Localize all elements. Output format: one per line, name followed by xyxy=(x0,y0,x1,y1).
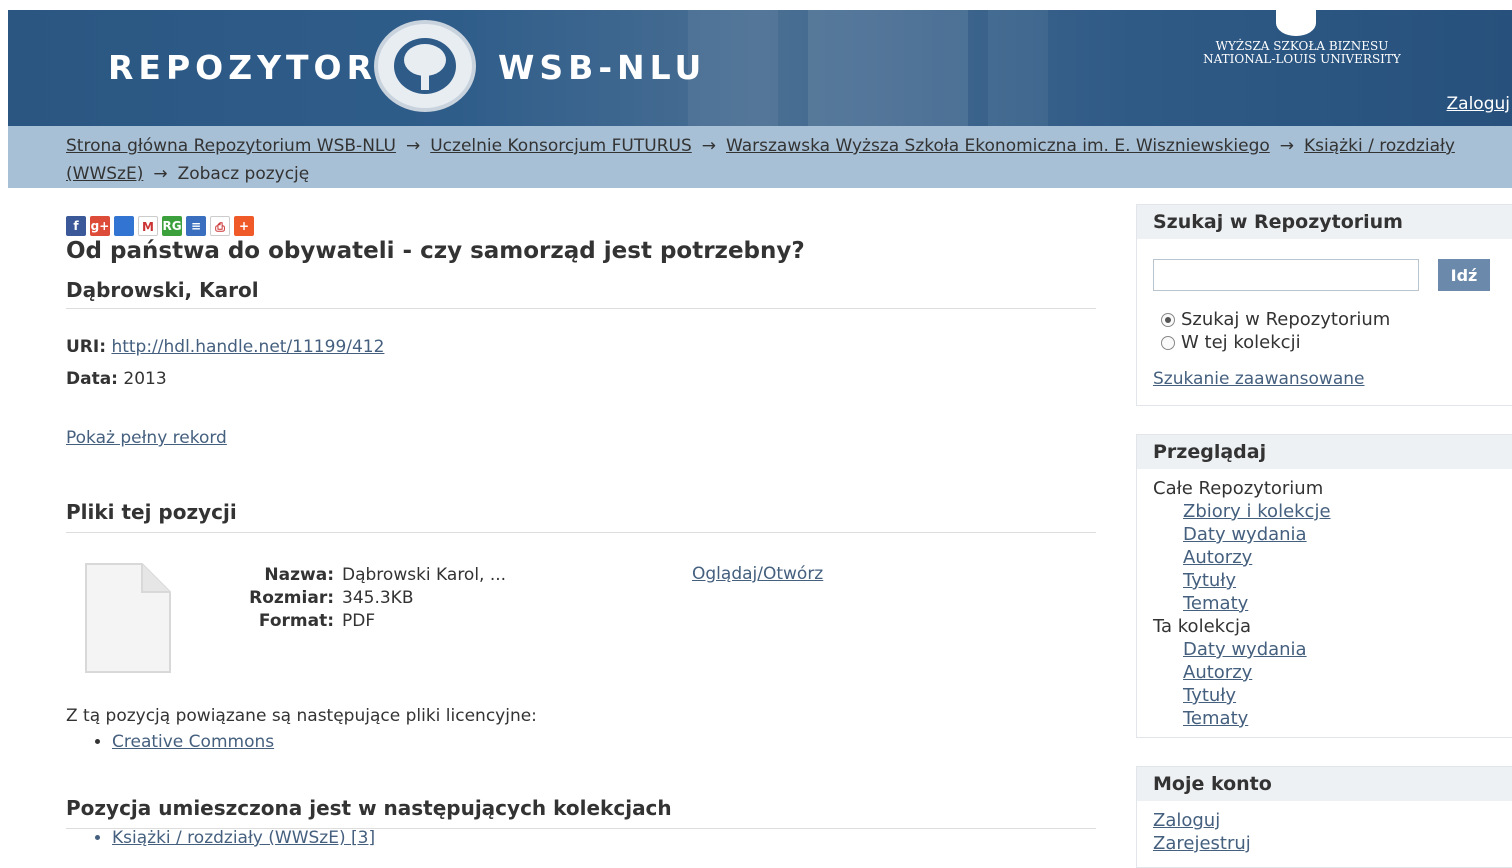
list-item: Creative Commons xyxy=(112,732,274,752)
date-row: Data: 2013 xyxy=(66,369,1096,389)
account-login-link[interactable]: Zaloguj xyxy=(1153,810,1220,831)
browse-collection-dates-link[interactable]: Daty wydania xyxy=(1183,639,1307,660)
scope-collection-label: W tej kolekcji xyxy=(1181,332,1301,353)
open-file-link[interactable]: Oglądaj/Otwórz xyxy=(692,564,823,584)
license-list: Creative Commons xyxy=(66,732,274,752)
breadcrumb: Strona główna Repozytorium WSB-NLU → Uczel… xyxy=(8,126,1512,188)
radio-selected-icon[interactable] xyxy=(1161,312,1175,327)
browse-panel: Przeglądaj Całe Repozytorium Zbiory i ko… xyxy=(1136,434,1512,738)
account-panel: Moje konto Zaloguj Zarejestruj xyxy=(1136,766,1512,868)
browse-collection-authors-link[interactable]: Autorzy xyxy=(1183,662,1252,683)
item-author: Dąbrowski, Karol xyxy=(66,278,1096,309)
browse-collection-titles-link[interactable]: Tytuły xyxy=(1183,685,1236,706)
file-thumbnail-icon[interactable] xyxy=(80,562,172,674)
researchgate-icon[interactable]: RG xyxy=(162,216,182,236)
breadcrumb-current: Zobacz pozycję xyxy=(177,164,310,184)
scope-all-label: Szukaj w Repozytorium xyxy=(1181,309,1391,330)
browse-all-collections-link[interactable]: Zbiory i kolekcje xyxy=(1183,501,1331,522)
collections-heading: Pozycja umieszczona jest w następujących… xyxy=(66,796,1096,829)
wsb-nlu-logo-text[interactable]: WSB-NLU xyxy=(498,48,706,87)
search-panel-heading: Szukaj w Repozytorium xyxy=(1137,205,1512,239)
browse-all-titles-link[interactable]: Tytuły xyxy=(1183,570,1236,591)
facebook-icon[interactable]: f xyxy=(66,216,86,236)
breadcrumb-separator: → xyxy=(701,136,716,156)
file-name: Dąbrowski Karol, ... xyxy=(342,565,507,585)
browse-collection-subjects-link[interactable]: Tematy xyxy=(1183,708,1248,729)
gmail-icon[interactable]: M xyxy=(138,216,158,236)
browse-all-authors-link[interactable]: Autorzy xyxy=(1183,547,1252,568)
advanced-search-link[interactable]: Szukanie zaawansowane xyxy=(1153,369,1364,389)
school-name[interactable]: WYŻSZA SZKOŁA BIZNESU NATIONAL-LOUIS UNI… xyxy=(1202,40,1402,66)
google-plus-icon[interactable]: g+ xyxy=(90,216,110,236)
site-header: REPOZYTORIUM WSB-NLU WYŻSZA SZKOŁA BIZNE… xyxy=(8,10,1512,126)
list-item: Książki / rozdziały (WWSzE) [3] xyxy=(112,828,375,848)
print-icon[interactable]: ⎙ xyxy=(210,216,230,236)
file-size: 345.3KB xyxy=(342,588,414,608)
collections-list: Książki / rozdziały (WWSzE) [3] xyxy=(66,828,375,848)
scope-all-option[interactable]: Szukaj w Repozytorium xyxy=(1161,309,1390,330)
collection-link[interactable]: Książki / rozdziały (WWSzE) [3] xyxy=(112,828,375,848)
share-toolbar: f g+ M RG ≡ ⎙ + xyxy=(66,216,1096,236)
account-register-link[interactable]: Zarejestruj xyxy=(1153,833,1251,854)
item-view: f g+ M RG ≡ ⎙ + Od państwa do obywateli - czy … xyxy=(66,210,1096,848)
search-input[interactable] xyxy=(1153,259,1419,291)
browse-panel-heading: Przeglądaj xyxy=(1137,435,1512,469)
browse-all-label: Całe Repozytorium xyxy=(1153,478,1324,499)
breadcrumb-consortium[interactable]: Uczelnie Konsorcjum FUTURUS xyxy=(430,136,692,156)
uri-link[interactable]: http://hdl.handle.net/11199/412 xyxy=(111,337,384,357)
breadcrumb-home[interactable]: Strona główna Repozytorium WSB-NLU xyxy=(66,136,396,156)
scope-collection-option[interactable]: W tej kolekcji xyxy=(1161,332,1301,353)
file-format: PDF xyxy=(342,611,376,631)
document-icon[interactable]: ≡ xyxy=(186,216,206,236)
header-login-link[interactable]: Zaloguj xyxy=(1447,94,1510,114)
browse-collection-label: Ta kolekcja xyxy=(1153,616,1251,637)
uri-label: URI: xyxy=(66,337,107,357)
uri-row: URI: http://hdl.handle.net/11199/412 xyxy=(66,337,1096,357)
university-seal-icon[interactable] xyxy=(374,20,476,112)
license-text: Z tą pozycją powiązane są następujące pl… xyxy=(66,706,537,726)
breadcrumb-school[interactable]: Warszawska Wyższa Szkoła Ekonomiczna im.… xyxy=(726,136,1270,156)
search-button[interactable]: Idź xyxy=(1438,259,1490,291)
breadcrumb-separator: → xyxy=(153,164,168,184)
add-share-icon[interactable]: + xyxy=(234,216,254,236)
date-label: Data: xyxy=(66,369,118,389)
file-format-label: Format: xyxy=(258,611,334,631)
search-panel: Szukaj w Repozytorium Idź Szukaj w Repoz… xyxy=(1136,204,1512,406)
file-name-label: Nazwa: xyxy=(264,565,334,585)
files-heading: Pliki tej pozycji xyxy=(66,500,1096,533)
date-value: 2013 xyxy=(123,369,167,389)
radio-icon[interactable] xyxy=(1161,335,1175,350)
item-title: Od państwa do obywateli - czy samorząd j… xyxy=(66,238,805,264)
full-record-link[interactable]: Pokaż pełny rekord xyxy=(66,428,227,448)
file-info: Nazwa: Dąbrowski Karol, ... Rozmiar: 345.3… xyxy=(216,564,506,633)
creative-commons-link[interactable]: Creative Commons xyxy=(112,732,274,752)
school-tree-icon xyxy=(1276,10,1316,36)
browse-all-dates-link[interactable]: Daty wydania xyxy=(1183,524,1307,545)
account-panel-heading: Moje konto xyxy=(1137,767,1512,801)
breadcrumb-separator: → xyxy=(1279,136,1295,156)
delicious-icon[interactable] xyxy=(114,216,134,236)
file-size-label: Rozmiar: xyxy=(249,588,334,608)
browse-all-subjects-link[interactable]: Tematy xyxy=(1183,593,1248,614)
breadcrumb-separator: → xyxy=(405,136,421,156)
